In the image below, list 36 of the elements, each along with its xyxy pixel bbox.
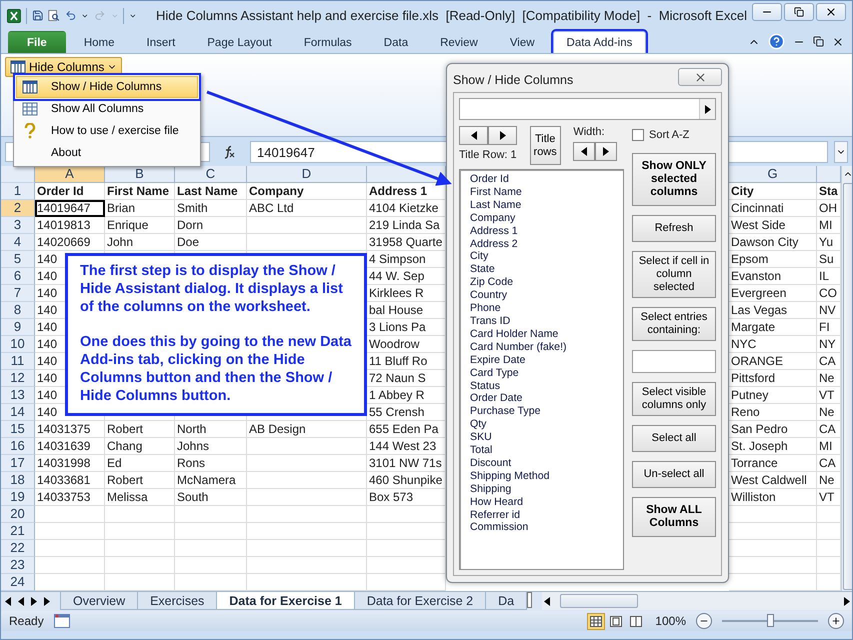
table-cell: 14031375 [35, 421, 105, 438]
table-cell: Robert [105, 421, 175, 438]
table-cell: 14019813 [35, 217, 105, 234]
active-cell: 14019647 [35, 200, 105, 217]
width-label: Width: [573, 126, 605, 138]
table-cell: John [105, 234, 175, 251]
table-cell: 14033753 [35, 489, 105, 506]
table-cell: Order Id [35, 183, 105, 200]
table-cell: Robert [105, 472, 175, 489]
table-cell: Doe [175, 234, 247, 251]
status-text: Ready [9, 614, 44, 628]
dialog-title: Show / Hide Columns [453, 73, 574, 87]
table-cell: Melissa [105, 489, 175, 506]
table-cell: First Name [105, 183, 175, 200]
table-cell: Enrique [105, 217, 175, 234]
table-cell: Rons [175, 455, 247, 472]
table-cell: 14031998 [35, 455, 105, 472]
table-cell: Last Name [175, 183, 247, 200]
table-cell: South [175, 489, 247, 506]
table-cell: Company [247, 183, 367, 200]
table-cell: Chang [105, 438, 175, 455]
table-cell: North [175, 421, 247, 438]
table-cell: 14031639 [35, 438, 105, 455]
title-row-label: Title Row: 1 [459, 149, 517, 161]
table-cell: ABC Ltd [247, 200, 367, 217]
table-cell: AB Design [247, 421, 367, 438]
table-cell: McNamera [175, 472, 247, 489]
table-cell: Dorn [175, 217, 247, 234]
checkbox-label: Sort A-Z [649, 129, 690, 141]
window-title: Hide Columns Assistant help and exercise file.xls [Read-Only] [Compatibility Mode] - Microsoft Excel [156, 8, 747, 23]
table-cell: Smith [175, 200, 247, 217]
table-cell: Ed [105, 455, 175, 472]
table-cell: Johns [175, 438, 247, 455]
table-cell: 14020669 [35, 234, 105, 251]
table-cell: 14033681 [35, 472, 105, 489]
table-cell: Brian [105, 200, 175, 217]
